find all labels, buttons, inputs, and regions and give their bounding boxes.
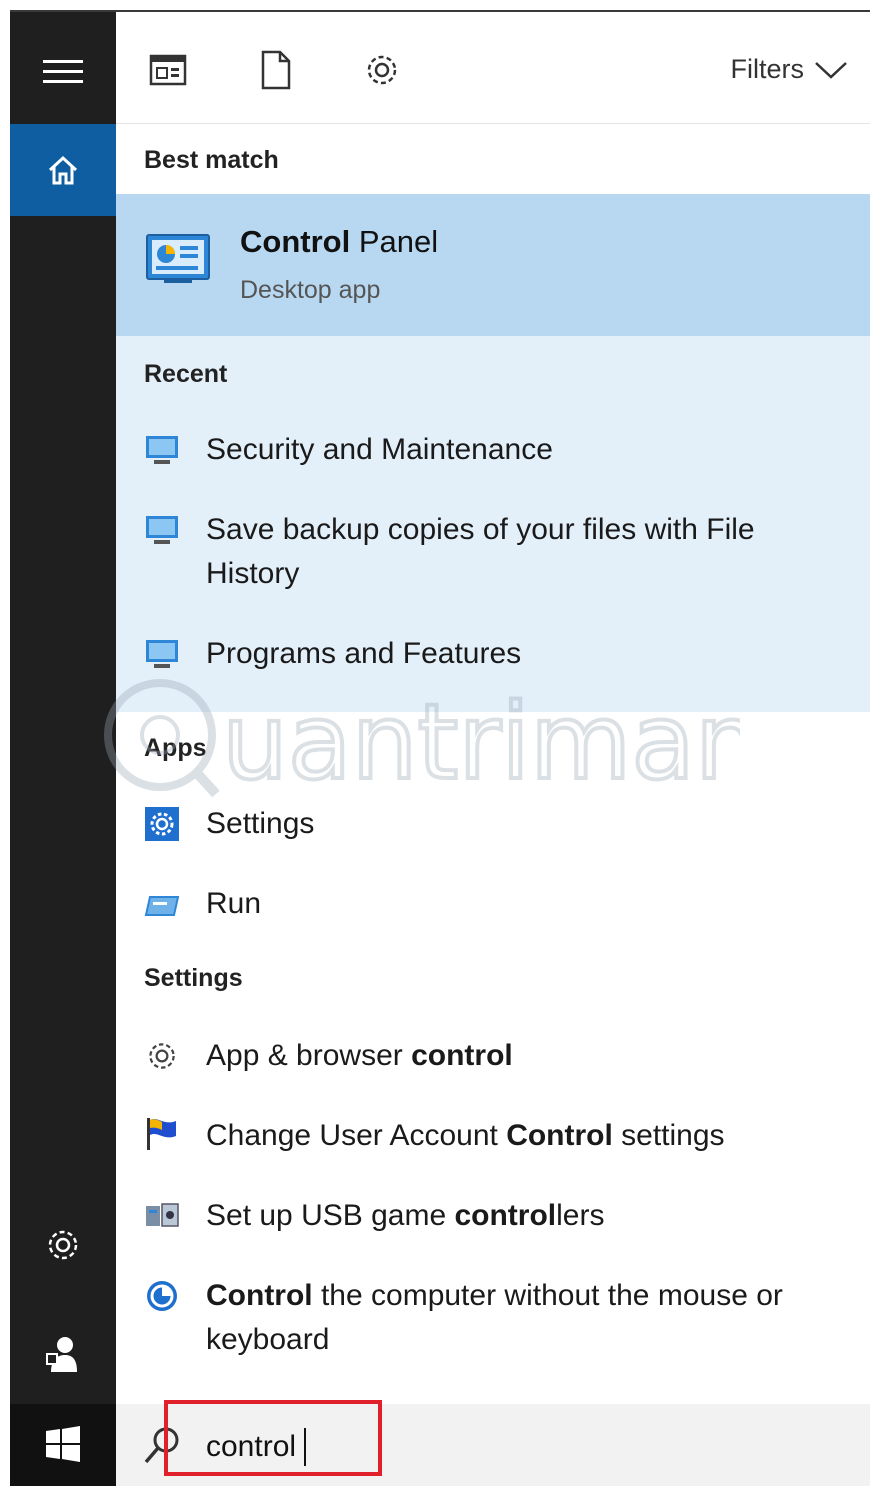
- best-match-title: Control Panel: [240, 224, 439, 259]
- settings-item-label: App & browser control: [206, 1039, 513, 1072]
- apps-filter-button[interactable]: [146, 48, 190, 92]
- recent-section: Recent Security and Maintenance Save bac…: [116, 336, 870, 712]
- app-item-label: Settings: [206, 807, 315, 840]
- filters-label: Filters: [730, 54, 805, 84]
- home-icon: [48, 155, 78, 185]
- recent-item-security-maintenance[interactable]: Security and Maintenance: [116, 428, 870, 488]
- gear-icon: [144, 1038, 180, 1074]
- start-button[interactable]: [10, 1404, 116, 1486]
- gear-icon: [48, 1230, 78, 1260]
- filters-dropdown[interactable]: Filters: [731, 54, 849, 85]
- search-toolbar: Filters: [116, 12, 870, 124]
- windows-logo-icon: [46, 1426, 80, 1462]
- documents-filter-button[interactable]: [254, 48, 298, 92]
- search-results-panel: Filters Best match Control Panel Desktop…: [116, 12, 870, 1486]
- settings-app-icon: [144, 806, 180, 842]
- settings-item-app-browser-control[interactable]: App & browser control: [116, 1034, 870, 1094]
- settings-heading: Settings: [144, 964, 243, 992]
- settings-filter-button[interactable]: [360, 48, 404, 92]
- settings-item-label: Change User Account Control settings: [206, 1119, 725, 1152]
- home-button[interactable]: [10, 124, 116, 216]
- monitor-icon: [144, 432, 180, 468]
- search-window: Filters Best match Control Panel Desktop…: [0, 0, 870, 1486]
- left-rail: [10, 12, 116, 1486]
- app-item-settings[interactable]: Settings: [116, 802, 870, 862]
- settings-item-label: Set up USB game controllers: [206, 1199, 605, 1232]
- best-match-subtitle: Desktop app: [240, 276, 381, 304]
- control-panel-icon: [146, 234, 210, 289]
- recent-item-file-history[interactable]: Save backup copies of your files with Fi…: [116, 508, 870, 604]
- document-icon: [261, 50, 291, 90]
- recent-item-label: Save backup copies of your files with Fi…: [206, 513, 755, 590]
- run-icon: [144, 888, 180, 924]
- settings-item-label: Control the computer without the mouse o…: [206, 1279, 783, 1356]
- user-account-button[interactable]: [10, 1314, 116, 1394]
- ease-of-access-icon: [144, 1278, 180, 1314]
- recent-item-label: Programs and Features: [206, 637, 522, 670]
- apps-window-icon: [149, 54, 187, 86]
- apps-heading: Apps: [144, 734, 207, 762]
- best-match-item-control-panel[interactable]: Control Panel Desktop app: [116, 194, 870, 336]
- settings-item-uac[interactable]: Change User Account Control settings: [116, 1114, 870, 1174]
- chevron-down-icon: [815, 61, 847, 79]
- recent-item-label: Security and Maintenance: [206, 433, 553, 466]
- user-icon: [46, 1337, 77, 1372]
- uac-flag-icon: [144, 1116, 180, 1152]
- app-item-label: Run: [206, 887, 262, 920]
- game-controller-icon: [144, 1198, 180, 1234]
- app-item-run[interactable]: Run: [116, 882, 870, 942]
- recent-item-programs-features[interactable]: Programs and Features: [116, 632, 870, 692]
- monitor-icon: [144, 636, 180, 672]
- recent-heading: Recent: [144, 360, 228, 388]
- settings-item-usb-game-controllers[interactable]: Set up USB game controllers: [116, 1194, 870, 1254]
- monitor-icon: [144, 512, 180, 548]
- gear-icon: [367, 55, 397, 85]
- search-highlight-annotation: [164, 1400, 382, 1476]
- settings-rail-button[interactable]: [10, 1210, 116, 1280]
- hamburger-icon: [43, 60, 83, 83]
- hamburger-menu-button[interactable]: [10, 37, 116, 107]
- settings-item-control-without-mouse[interactable]: Control the computer without the mouse o…: [116, 1274, 870, 1370]
- best-match-heading: Best match: [144, 146, 279, 174]
